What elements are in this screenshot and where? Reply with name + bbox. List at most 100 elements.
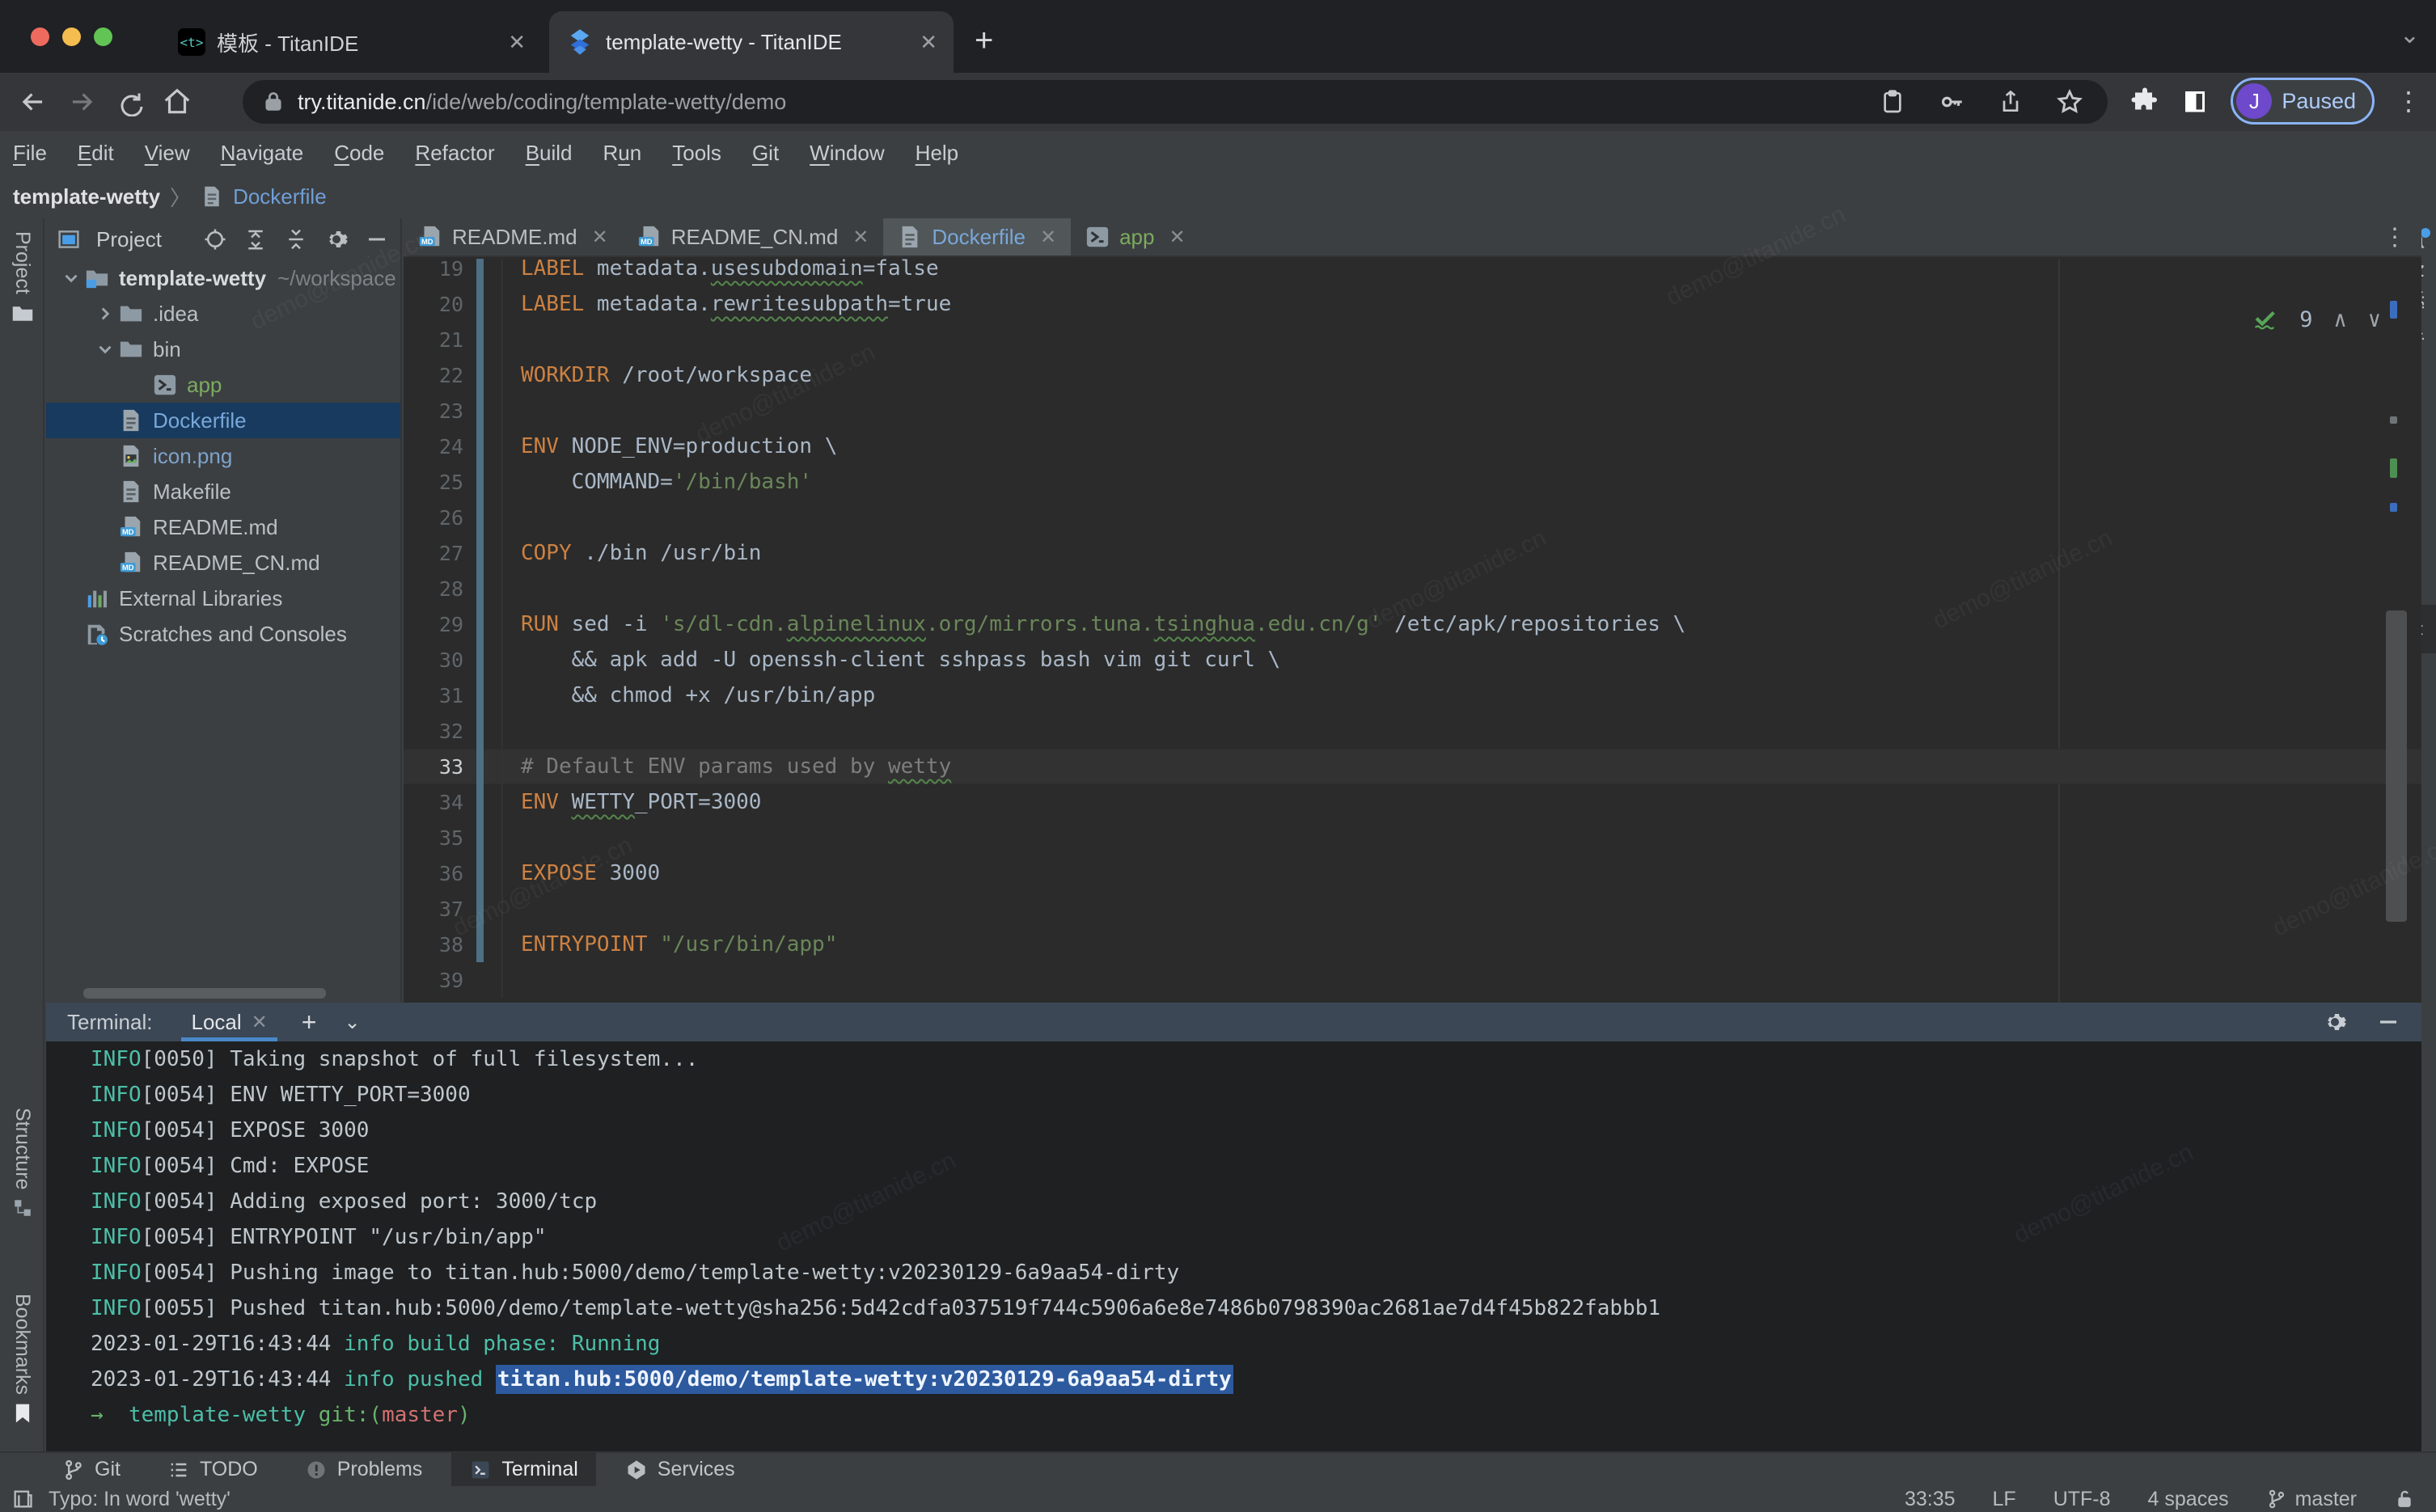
code-line-38[interactable]: 38ENTRYPOINT "/usr/bin/app" bbox=[404, 927, 2421, 962]
menu-help[interactable]: Help bbox=[916, 141, 958, 166]
menu-code[interactable]: Code bbox=[334, 141, 384, 166]
line-number[interactable]: 31 bbox=[404, 684, 463, 707]
code-line-30[interactable]: 30 && apk add -U openssh-client sshpass … bbox=[404, 642, 2421, 678]
error-stripe-mark[interactable] bbox=[2390, 416, 2397, 424]
browser-tab-active[interactable]: template-wetty - TitanIDE ✕ bbox=[549, 11, 954, 73]
clipboard-icon[interactable] bbox=[1880, 89, 1905, 115]
tree-item-bin[interactable]: bin bbox=[46, 332, 400, 367]
home-icon[interactable] bbox=[162, 87, 192, 117]
editor-tab-dockerfile[interactable]: Dockerfile✕ bbox=[883, 218, 1071, 256]
terminal-output[interactable]: INFO[0050] Taking snapshot of full files… bbox=[46, 1041, 2421, 1451]
tool-window-button-services[interactable]: Services bbox=[607, 1452, 753, 1487]
next-problem-icon[interactable]: ∨ bbox=[2368, 307, 2381, 332]
code-line-39[interactable]: 39 bbox=[404, 962, 2421, 998]
unlock-icon[interactable] bbox=[2394, 1489, 2415, 1510]
address-bar[interactable]: try.titanide.cn/ide/web/coding/template-… bbox=[243, 80, 2108, 124]
tree-item-app[interactable]: app bbox=[46, 367, 400, 403]
line-number[interactable]: 32 bbox=[404, 720, 463, 743]
tree-item-readme-cn-md[interactable]: MDREADME_CN.md bbox=[46, 545, 400, 581]
menu-file[interactable]: File bbox=[13, 141, 47, 166]
tool-window-project[interactable]: Project bbox=[0, 231, 44, 325]
close-terminal-tab-icon[interactable]: ✕ bbox=[252, 1011, 268, 1034]
reload-icon[interactable] bbox=[115, 87, 144, 116]
code-line-36[interactable]: 36EXPOSE 3000 bbox=[404, 855, 2421, 891]
password-key-icon[interactable] bbox=[1938, 88, 1965, 116]
new-terminal-icon[interactable]: + bbox=[302, 1007, 317, 1037]
error-stripe-mark[interactable] bbox=[2390, 458, 2397, 478]
browser-tab-inactive[interactable]: <t> 模板 - TitanIDE ✕ bbox=[162, 11, 542, 73]
browser-menu-icon[interactable]: ⋮ bbox=[2396, 86, 2421, 116]
code-line-33[interactable]: 33# Default ENV params used by wetty bbox=[404, 749, 2421, 784]
tree-item-dockerfile[interactable]: Dockerfile bbox=[46, 403, 400, 438]
tree-chevron-down-icon[interactable] bbox=[91, 339, 119, 360]
tab-search-icon[interactable]: ⌄ bbox=[2400, 21, 2420, 49]
tree-item-scratches-and-consoles[interactable]: Scratches and Consoles bbox=[46, 616, 400, 652]
extensions-puzzle-icon[interactable] bbox=[2130, 87, 2159, 116]
git-branch-widget[interactable]: master bbox=[2266, 1488, 2357, 1511]
profile-chip[interactable]: J Paused bbox=[2231, 78, 2375, 125]
close-tab-icon[interactable]: ✕ bbox=[1169, 226, 1185, 249]
code-line-34[interactable]: 34ENV WETTY_PORT=3000 bbox=[404, 784, 2421, 820]
menu-tools[interactable]: Tools bbox=[672, 141, 721, 166]
tool-window-structure[interactable]: Structure bbox=[0, 1108, 44, 1218]
close-tab-icon[interactable]: ✕ bbox=[1040, 226, 1056, 249]
line-number[interactable]: 29 bbox=[404, 613, 463, 636]
line-number[interactable]: 23 bbox=[404, 399, 463, 423]
back-icon[interactable] bbox=[18, 87, 49, 117]
line-number[interactable]: 36 bbox=[404, 862, 463, 885]
code-line-26[interactable]: 26 bbox=[404, 500, 2421, 535]
tree-item-makefile[interactable]: Makefile bbox=[46, 474, 400, 509]
line-number[interactable]: 33 bbox=[404, 755, 463, 779]
code-line-19[interactable]: 19LABEL metadata.usesubdomain=false bbox=[404, 259, 2421, 286]
forward-icon[interactable] bbox=[66, 87, 97, 117]
line-number[interactable]: 38 bbox=[404, 933, 463, 957]
line-number[interactable]: 25 bbox=[404, 471, 463, 494]
editor-tab-app[interactable]: app✕ bbox=[1071, 218, 1200, 256]
collapse-all-icon[interactable] bbox=[284, 227, 308, 251]
menu-build[interactable]: Build bbox=[526, 141, 573, 166]
editor-tab-readme-cn-md[interactable]: MDREADME_CN.md✕ bbox=[623, 218, 884, 256]
expand-all-icon[interactable] bbox=[243, 227, 268, 251]
terminal-settings-gear-icon[interactable] bbox=[2323, 1010, 2347, 1034]
line-number[interactable]: 39 bbox=[404, 969, 463, 992]
menu-run[interactable]: Run bbox=[603, 141, 642, 166]
line-number[interactable]: 24 bbox=[404, 435, 463, 458]
line-number[interactable]: 20 bbox=[404, 293, 463, 316]
file-encoding[interactable]: UTF-8 bbox=[2053, 1488, 2111, 1511]
close-tab-icon[interactable]: ✕ bbox=[508, 30, 526, 55]
status-window-icon[interactable] bbox=[11, 1488, 34, 1510]
side-panel-icon[interactable] bbox=[2180, 87, 2210, 116]
locate-file-icon[interactable] bbox=[203, 227, 227, 251]
close-tab-icon[interactable]: ✕ bbox=[592, 226, 608, 249]
editor-tab-readme-md[interactable]: MDREADME.md✕ bbox=[404, 218, 623, 256]
bookmark-star-icon[interactable] bbox=[2056, 88, 2083, 116]
line-number[interactable]: 19 bbox=[404, 259, 463, 281]
project-panel-title[interactable]: Project bbox=[96, 227, 162, 252]
tool-window-button-problems[interactable]: Problems bbox=[287, 1452, 441, 1487]
code-line-31[interactable]: 31 && chmod +x /usr/bin/app bbox=[404, 678, 2421, 713]
menu-refactor[interactable]: Refactor bbox=[415, 141, 494, 166]
menu-view[interactable]: View bbox=[145, 141, 190, 166]
line-number[interactable]: 22 bbox=[404, 364, 463, 387]
tool-window-button-terminal[interactable]: Terminal bbox=[451, 1452, 595, 1487]
code-line-21[interactable]: 21 bbox=[404, 322, 2421, 357]
zoom-window-button[interactable] bbox=[94, 27, 112, 46]
new-tab-button[interactable]: + bbox=[975, 24, 993, 57]
tool-window-button-todo[interactable]: TODO bbox=[150, 1452, 276, 1487]
breadcrumb-file[interactable]: Dockerfile bbox=[233, 184, 327, 209]
terminal-dropdown-icon[interactable]: ⌄ bbox=[344, 1011, 360, 1034]
code-viewport[interactable]: 19LABEL metadata.usesubdomain=false20LAB… bbox=[404, 259, 2421, 1003]
close-window-button[interactable] bbox=[31, 27, 49, 46]
settings-gear-icon[interactable] bbox=[324, 227, 349, 251]
code-line-22[interactable]: 22WORKDIR /root/workspace bbox=[404, 357, 2421, 393]
error-stripe-mark[interactable] bbox=[2390, 503, 2397, 512]
breadcrumb-project[interactable]: template-wetty bbox=[13, 184, 160, 209]
line-number[interactable]: 26 bbox=[404, 506, 463, 530]
tree-item--idea[interactable]: .idea bbox=[46, 296, 400, 332]
code-line-37[interactable]: 37 bbox=[404, 891, 2421, 927]
caret-position[interactable]: 33:35 bbox=[1905, 1488, 1956, 1511]
tool-window-bookmarks[interactable]: Bookmarks bbox=[0, 1294, 44, 1424]
tree-item-icon-png[interactable]: icon.png bbox=[46, 438, 400, 474]
close-tab-icon[interactable]: ✕ bbox=[852, 226, 869, 249]
tree-item-external-libraries[interactable]: External Libraries bbox=[46, 581, 400, 616]
